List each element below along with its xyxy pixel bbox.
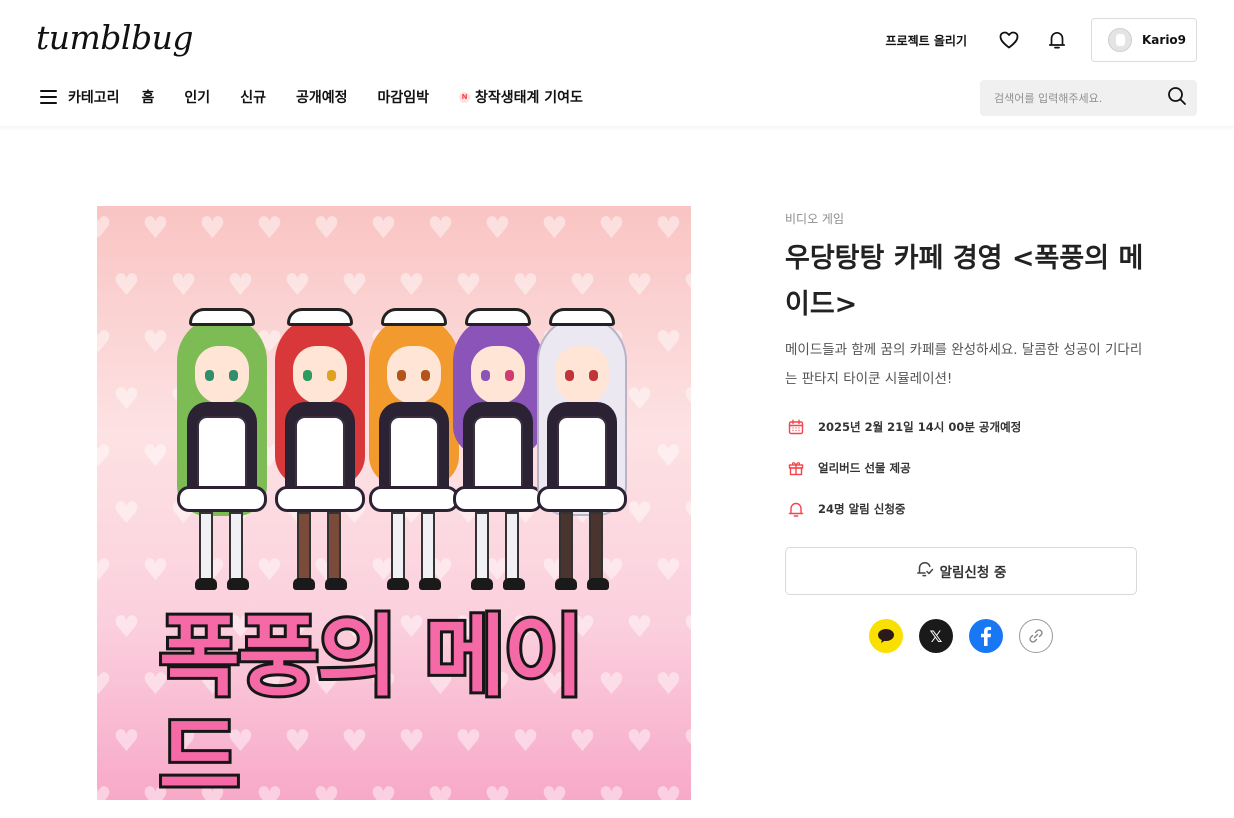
background-heart: ♥	[97, 667, 112, 702]
background-heart: ♥	[142, 211, 169, 246]
background-heart: ♥	[113, 496, 140, 531]
background-heart: ♥	[683, 727, 691, 757]
search-icon[interactable]	[1167, 86, 1187, 110]
background-heart: ♥	[655, 667, 682, 702]
project-description: 메이드들과 함께 꿈의 카페를 완성하세요. 달콤한 성공이 기다리는 판타지 …	[785, 342, 1143, 387]
background-heart: ♥	[655, 781, 682, 801]
search-input[interactable]	[994, 91, 1167, 105]
background-heart: ♥	[569, 268, 596, 303]
nav-item-new[interactable]: 신규	[240, 87, 266, 107]
early-bird-row: 얼리버드 선물 제공	[787, 459, 911, 477]
user-name: Kario9	[1142, 33, 1187, 47]
background-heart: ♥	[97, 325, 112, 360]
x-share-button[interactable]: 𝕏	[919, 619, 953, 653]
background-heart: ♥	[683, 271, 691, 301]
facebook-share-button[interactable]	[969, 619, 1003, 653]
avatar	[1108, 28, 1132, 52]
background-heart: ♥	[199, 211, 226, 246]
bell-icon[interactable]	[1045, 28, 1069, 52]
background-heart: ♥	[626, 268, 653, 303]
early-bird-text: 얼리버드 선물 제공	[818, 461, 911, 475]
kakaotalk-share-button[interactable]	[869, 619, 903, 653]
nav-item-home[interactable]: 홈	[142, 87, 155, 107]
nav-item-closing-soon[interactable]: 마감임박	[377, 87, 429, 107]
game-title-logo-text: 폭풍의 메이드	[156, 603, 587, 800]
launch-date-row: 2025년 2월 21일 14시 00분 공개예정	[787, 418, 1021, 436]
background-heart: ♥	[97, 439, 112, 474]
copy-link-button[interactable]	[1019, 619, 1053, 653]
hamburger-icon	[40, 90, 57, 104]
background-heart: ♥	[113, 610, 140, 645]
nav-item-contribution-label: 창작생태계 기여도	[475, 90, 583, 106]
background-heart: ♥	[512, 268, 539, 303]
maid-character-green	[167, 306, 277, 596]
nav-item-upcoming[interactable]: 공개예정	[296, 87, 348, 107]
main-nav: 카테고리 홈 인기 신규 공개예정 마감임박 N 창작생태계 기여도	[40, 80, 583, 114]
header-actions: 프로젝트 올리기 Kario9	[886, 18, 1197, 62]
background-heart: ♥	[142, 553, 169, 588]
background-heart: ♥	[97, 211, 112, 246]
background-heart: ♥	[655, 553, 682, 588]
background-heart: ♥	[598, 211, 625, 246]
notification-subscribed-button[interactable]: 알림신청 중	[785, 547, 1137, 595]
background-heart: ♥	[170, 268, 197, 303]
bell-outline-icon	[787, 500, 805, 518]
background-heart: ♥	[427, 211, 454, 246]
calendar-icon	[787, 418, 805, 436]
background-heart: ♥	[455, 268, 482, 303]
background-heart: ♥	[655, 211, 682, 246]
background-heart: ♥	[398, 268, 425, 303]
background-heart: ♥	[284, 268, 311, 303]
background-heart: ♥	[655, 325, 682, 360]
background-heart: ♥	[541, 211, 568, 246]
upload-project-link[interactable]: 프로젝트 올리기	[886, 32, 967, 49]
tumblbug-logo[interactable]: tumblbug	[36, 18, 194, 57]
project-title: 우당탕탕 카페 경영 <폭풍의 메이드>	[785, 243, 1144, 320]
background-heart: ♥	[142, 325, 169, 360]
background-heart: ♥	[113, 382, 140, 417]
background-heart: ♥	[484, 211, 511, 246]
background-heart: ♥	[683, 613, 691, 643]
launch-date-text: 2025년 2월 21일 14시 00분 공개예정	[818, 420, 1022, 434]
bell-check-icon	[916, 560, 934, 582]
alarm-count-row: 24명 알림 신청중	[787, 500, 906, 518]
background-heart: ♥	[97, 553, 112, 588]
background-heart: ♥	[341, 268, 368, 303]
nav-item-popular[interactable]: 인기	[184, 87, 210, 107]
category-menu-button[interactable]: 카테고리	[40, 87, 120, 107]
gift-icon	[787, 459, 805, 477]
user-profile-button[interactable]: Kario9	[1091, 18, 1197, 62]
background-heart: ♥	[113, 268, 140, 303]
background-heart: ♥	[256, 211, 283, 246]
nav-item-contribution[interactable]: N 창작생태계 기여도	[459, 87, 583, 107]
category-label: 카테고리	[68, 90, 120, 106]
background-heart: ♥	[370, 211, 397, 246]
search-bar	[980, 80, 1197, 116]
background-heart: ♥	[626, 724, 653, 759]
background-heart: ♥	[113, 724, 140, 759]
notification-button-label: 알림신청 중	[939, 565, 1007, 581]
x-icon: 𝕏	[929, 626, 943, 646]
background-heart: ♥	[227, 268, 254, 303]
alarm-count-text: 24명 알림 신청중	[818, 502, 906, 516]
heart-icon[interactable]	[997, 28, 1021, 52]
project-main-image[interactable]: ♥ ♥ ♥ ♥ ♥ ♥ ♥ ♥ ♥ ♥ ♥ ♥ ♥ ♥ ♥ ♥ ♥ ♥ ♥ ♥ ♥ ♥ ♥ ♥ ♥ ♥ ♥ ♥ ♥ ♥ ♥ ♥ ♥ ♥ ♥ ♥ ♥ ♥ ♥ ♥…	[97, 206, 691, 800]
background-heart: ♥	[313, 211, 340, 246]
maid-character-white	[527, 306, 637, 596]
site-header: tumblbug 프로젝트 올리기 Kario9 카테고리 홈 인기 신규 공개…	[0, 0, 1234, 126]
background-heart: ♥	[683, 499, 691, 529]
project-category[interactable]: 비디오 게임	[785, 210, 844, 227]
background-heart: ♥	[626, 610, 653, 645]
background-heart: ♥	[97, 781, 112, 801]
new-badge: N	[459, 91, 471, 103]
background-heart: ♥	[683, 385, 691, 415]
background-heart: ♥	[142, 439, 169, 474]
game-title-logo-art: 폭풍의 메이드	[156, 603, 629, 800]
background-heart: ♥	[655, 439, 682, 474]
share-buttons: 𝕏	[869, 619, 1053, 653]
